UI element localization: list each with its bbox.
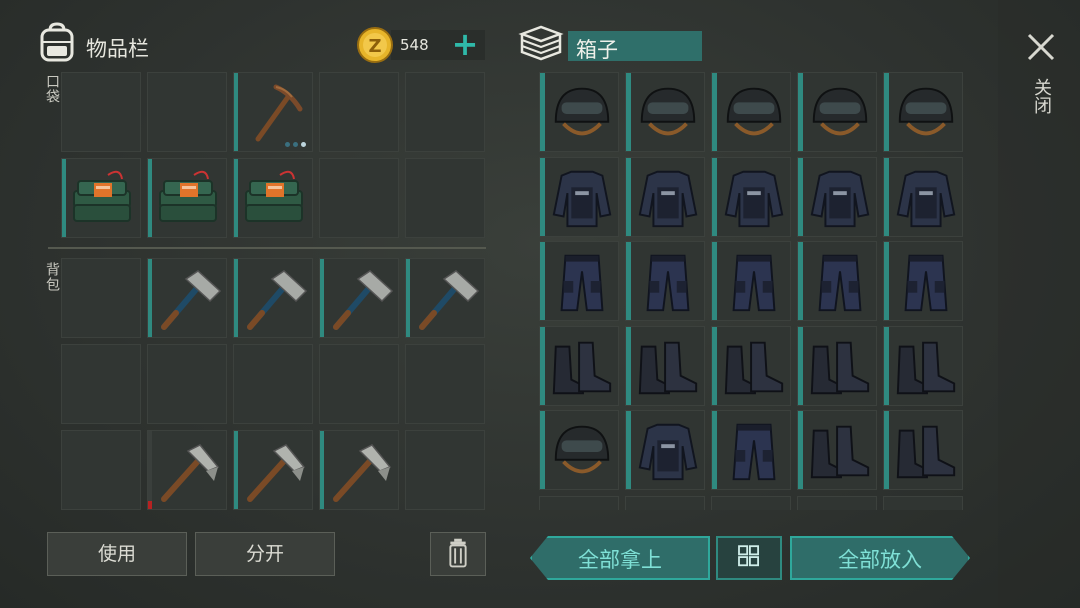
box-slot[interactable] <box>797 72 877 152</box>
inventory-slot[interactable] <box>319 258 399 338</box>
close-label[interactable]: 关闭 <box>1030 78 1052 114</box>
section-divider <box>48 247 486 249</box>
box-slot[interactable] <box>797 241 877 321</box>
box-slot[interactable] <box>883 157 963 237</box>
box-slot[interactable] <box>711 72 791 152</box>
use-button[interactable]: 使用 <box>47 532 187 576</box>
inventory-slot-empty[interactable] <box>61 344 141 424</box>
box-slot[interactable] <box>539 157 619 237</box>
inventory-slot[interactable] <box>233 72 313 152</box>
inventory-slot-empty[interactable] <box>405 430 485 510</box>
coin-icon: Z <box>356 26 394 64</box>
backpack-section-label: 背包 <box>44 262 60 292</box>
trash-button[interactable] <box>430 532 486 576</box>
box-slot[interactable] <box>711 326 791 406</box>
box-slot[interactable] <box>625 241 705 321</box>
inventory-slot[interactable] <box>147 158 227 238</box>
inventory-slot-empty[interactable] <box>405 158 485 238</box>
box-slot-partial[interactable] <box>883 496 963 510</box>
box-slot[interactable] <box>883 72 963 152</box>
box-slot-partial[interactable] <box>625 496 705 510</box>
inventory-slot-empty[interactable] <box>319 344 399 424</box>
put-all-button[interactable]: 全部放入 <box>790 536 970 580</box>
box-slot[interactable] <box>711 157 791 237</box>
inventory-slot-empty[interactable] <box>319 72 399 152</box>
box-slot[interactable] <box>883 241 963 321</box>
box-slot[interactable] <box>883 326 963 406</box>
svg-text:Z: Z <box>368 36 381 57</box>
inventory-slot[interactable] <box>61 158 141 238</box>
box-title: 箱子 <box>576 38 618 62</box>
box-slot[interactable] <box>539 241 619 321</box>
inventory-slot-empty[interactable] <box>405 344 485 424</box>
crate-icon <box>518 24 564 62</box>
durability-bar <box>148 431 152 509</box>
inventory-slot[interactable] <box>319 430 399 510</box>
close-button[interactable] <box>1022 28 1060 66</box>
box-slot[interactable] <box>797 157 877 237</box>
box-slot[interactable] <box>625 72 705 152</box>
box-slot[interactable] <box>539 410 619 490</box>
backpack-icon <box>38 22 76 62</box>
inventory-title: 物品栏 <box>86 37 149 61</box>
box-slot[interactable] <box>711 241 791 321</box>
sort-button[interactable] <box>716 536 782 580</box>
box-slot[interactable] <box>797 326 877 406</box>
box-slot[interactable] <box>883 410 963 490</box>
box-slot[interactable] <box>539 72 619 152</box>
box-slot[interactable] <box>625 326 705 406</box>
trash-icon <box>449 538 467 568</box>
close-icon <box>1027 33 1055 61</box>
inventory-slot[interactable] <box>147 430 227 510</box>
inventory-slot-empty[interactable] <box>233 344 313 424</box>
inventory-slot[interactable] <box>233 158 313 238</box>
inventory-slot-empty[interactable] <box>147 344 227 424</box>
box-slot[interactable] <box>797 410 877 490</box>
box-slot-partial[interactable] <box>539 496 619 510</box>
inventory-slot-empty[interactable] <box>61 430 141 510</box>
take-all-button[interactable]: 全部拿上 <box>530 536 710 580</box>
inventory-slot-empty[interactable] <box>405 72 485 152</box>
inventory-slot[interactable] <box>147 258 227 338</box>
box-slot[interactable] <box>625 410 705 490</box>
inventory-slot-empty[interactable] <box>147 72 227 152</box>
inventory-slot[interactable] <box>405 258 485 338</box>
inventory-slot-empty[interactable] <box>61 258 141 338</box>
inventory-slot[interactable] <box>233 430 313 510</box>
box-slot-partial[interactable] <box>711 496 791 510</box>
box-slot-partial[interactable] <box>797 496 877 510</box>
pocket-section-label: 口袋 <box>44 74 60 104</box>
durability-dots <box>285 142 306 147</box>
inventory-slot[interactable] <box>233 258 313 338</box>
box-slot[interactable] <box>625 157 705 237</box>
split-button[interactable]: 分开 <box>195 532 335 576</box>
grid-sort-icon <box>738 545 759 567</box>
box-slot[interactable] <box>711 410 791 490</box>
box-slot[interactable] <box>539 326 619 406</box>
coin-count: 548 <box>400 36 429 54</box>
inventory-slot-empty[interactable] <box>61 72 141 152</box>
add-coins-button[interactable]: + <box>450 28 480 60</box>
inventory-slot-empty[interactable] <box>319 158 399 238</box>
